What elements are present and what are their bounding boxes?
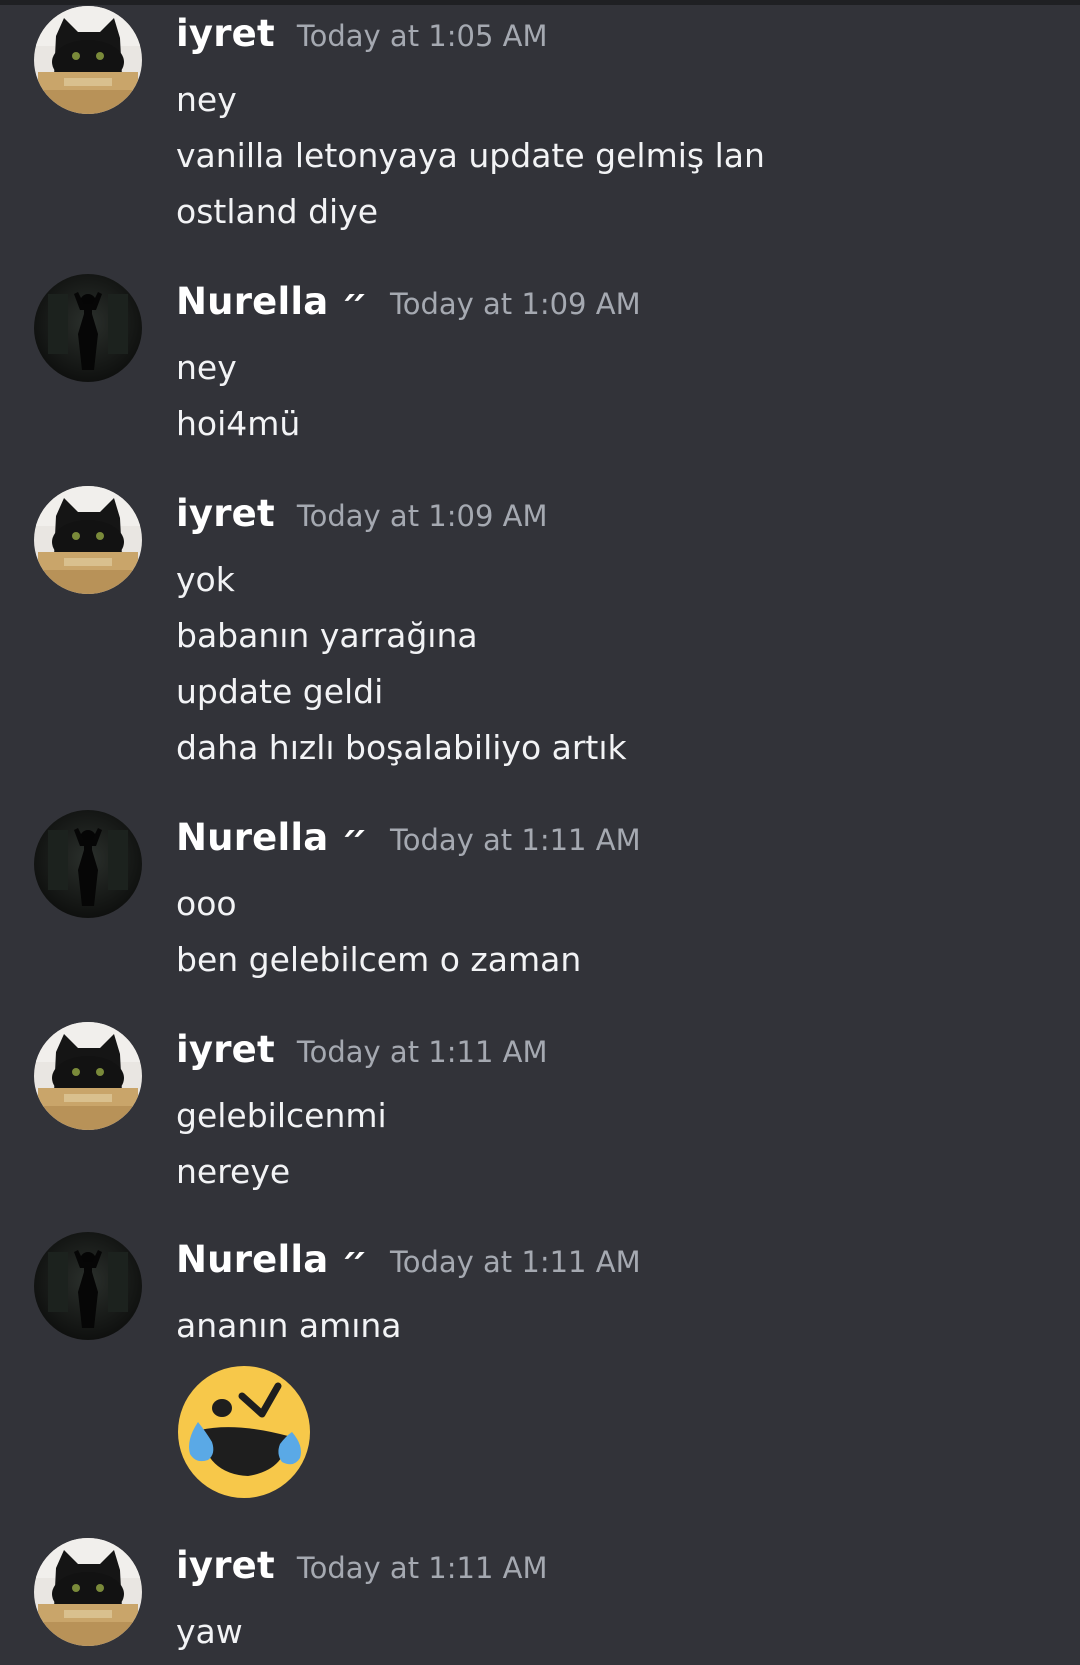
username[interactable]: iyret	[176, 1544, 275, 1587]
timestamp: Today at 1:11 AM	[296, 1035, 548, 1069]
cat-avatar[interactable]	[34, 6, 142, 114]
message-text: nereye	[176, 1152, 291, 1191]
message-text: yaw	[176, 1612, 243, 1651]
message-text: ney	[176, 80, 237, 119]
username[interactable]: iyret	[176, 12, 275, 55]
message-text: vanilla letonyaya update gelmiş lan	[176, 136, 765, 175]
cat-avatar[interactable]	[34, 1022, 142, 1130]
silhouette-avatar[interactable]	[34, 1232, 142, 1340]
username[interactable]: Nurella ״	[176, 1238, 368, 1281]
cat-avatar[interactable]	[34, 1538, 142, 1646]
username[interactable]: iyret	[176, 1028, 275, 1071]
cat-avatar[interactable]	[34, 486, 142, 594]
loudly-crying-laughing-emoji[interactable]	[176, 1364, 312, 1500]
silhouette-avatar[interactable]	[34, 810, 142, 918]
timestamp: Today at 1:11 AM	[389, 1245, 641, 1279]
message-text: gelebilcenmi	[176, 1096, 387, 1135]
message-text: babanın yarrağına	[176, 616, 478, 655]
username[interactable]: iyret	[176, 492, 275, 535]
timestamp: Today at 1:05 AM	[296, 19, 548, 53]
message-text: ben gelebilcem o zaman	[176, 940, 582, 979]
message-text: yok	[176, 560, 235, 599]
timestamp: Today at 1:11 AM	[296, 1551, 548, 1585]
timestamp: Today at 1:09 AM	[389, 287, 641, 321]
message-text: ostland diye	[176, 192, 379, 231]
message-text: daha hızlı boşalabiliyo artık	[176, 728, 627, 767]
username[interactable]: Nurella ״	[176, 280, 368, 323]
silhouette-avatar[interactable]	[34, 274, 142, 382]
timestamp: Today at 1:09 AM	[296, 499, 548, 533]
message-text: ananın amına	[176, 1306, 402, 1345]
message-text: ooo	[176, 884, 237, 923]
timestamp: Today at 1:11 AM	[389, 823, 641, 857]
message-text: ney	[176, 348, 237, 387]
message-text: update geldi	[176, 672, 384, 711]
channel-top-border	[0, 0, 1080, 5]
message-text: hoi4mü	[176, 404, 301, 443]
username[interactable]: Nurella ״	[176, 816, 368, 859]
